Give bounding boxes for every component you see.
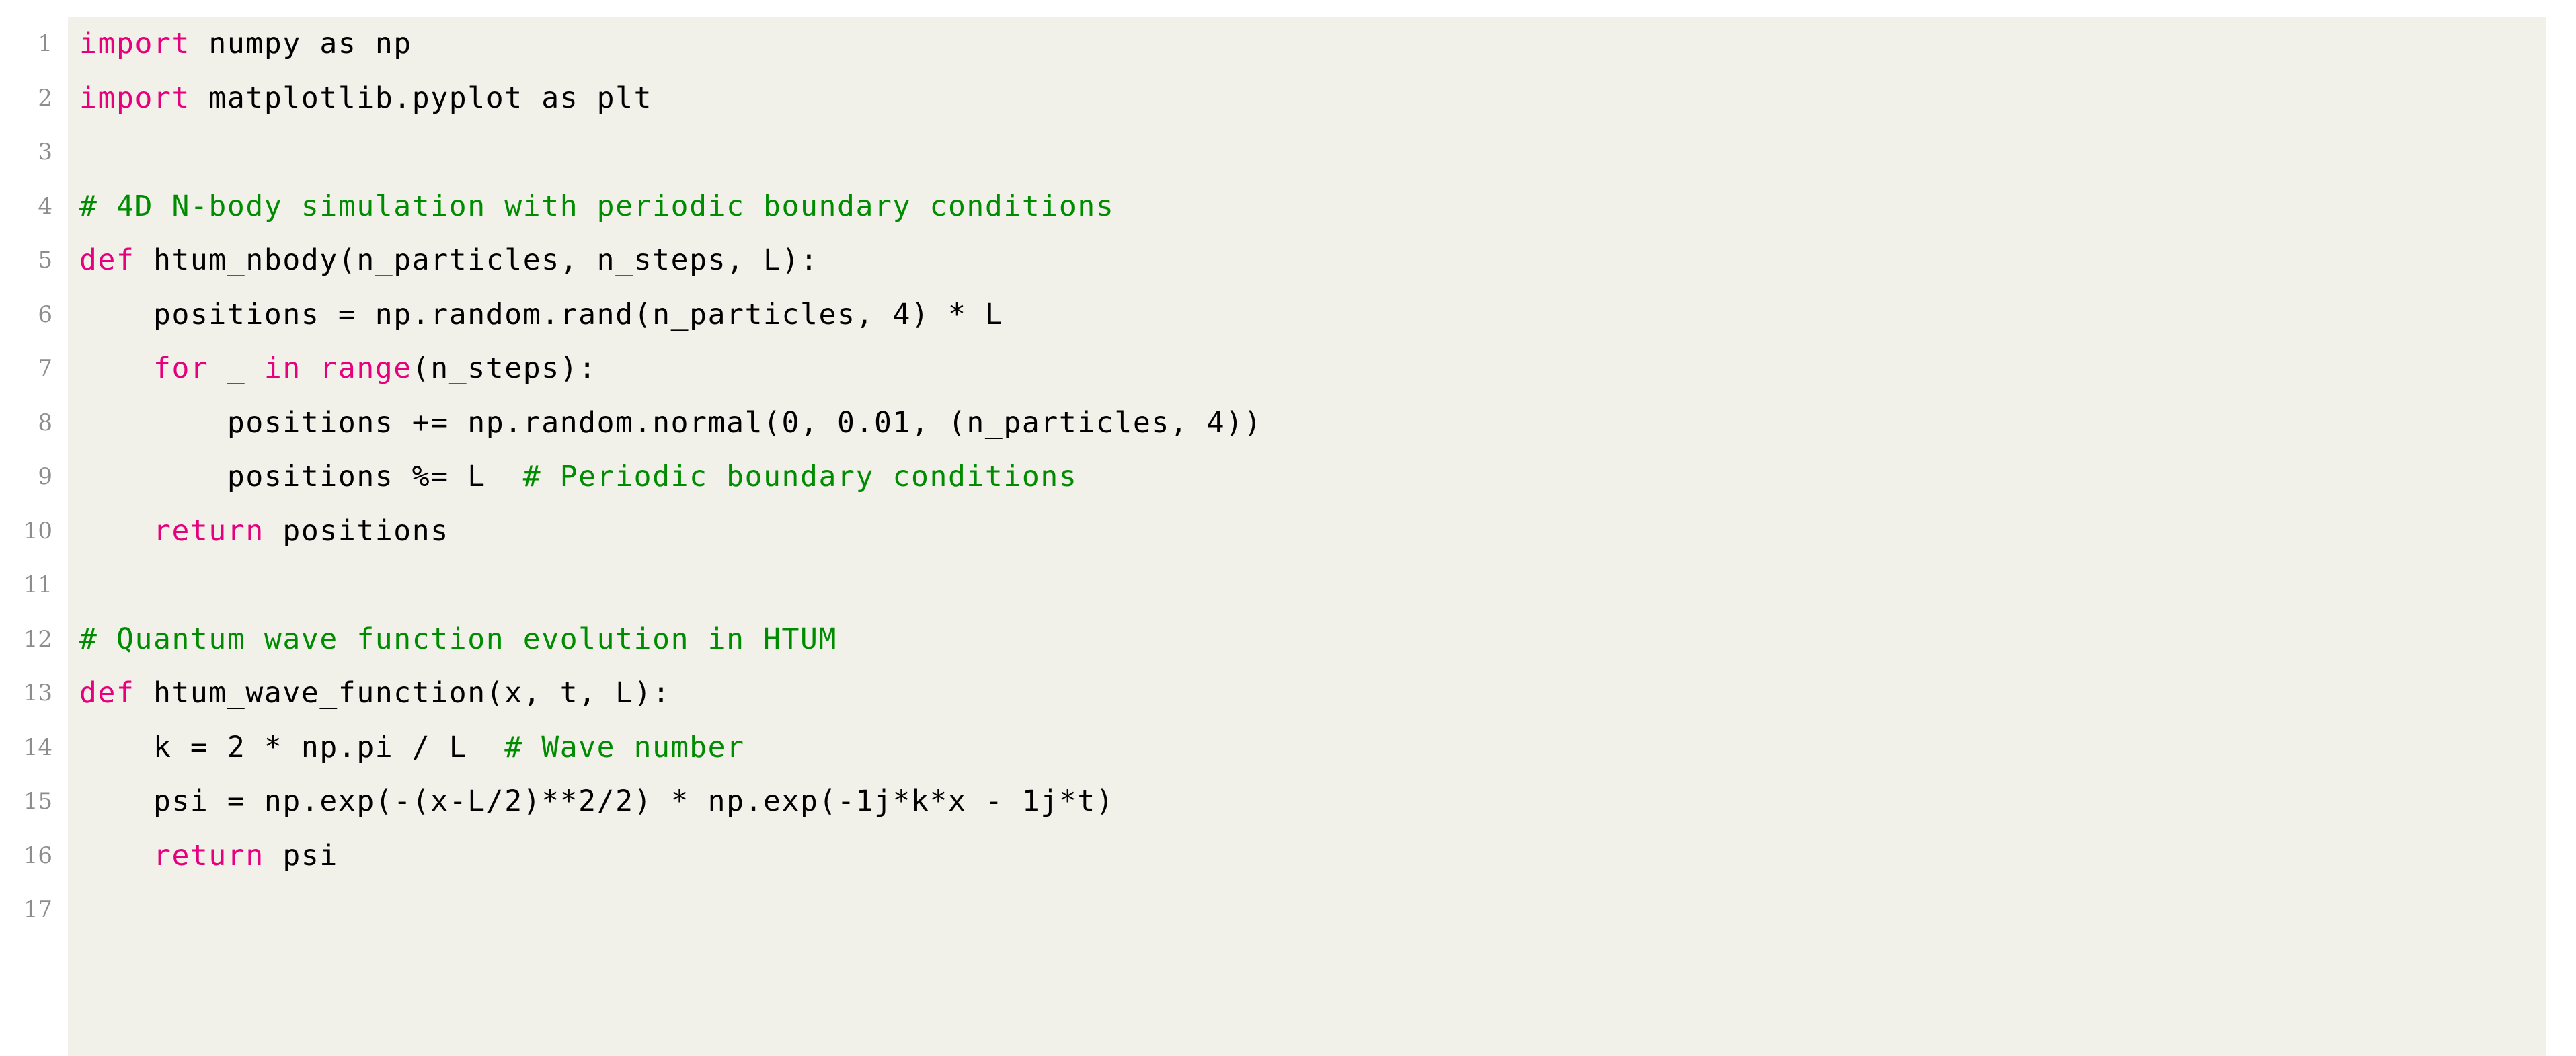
- code-token-plain: psi = np.exp(-(x-L/2)**2/2) * np.exp(-1j…: [79, 784, 1115, 818]
- line-number: 11: [23, 571, 52, 598]
- code-token-comment: # Periodic boundary conditions: [522, 460, 1078, 493]
- code-token-keyword: import: [79, 27, 190, 60]
- code-line: 3: [0, 125, 2576, 179]
- code-token-keyword: return: [153, 514, 264, 548]
- code-token-comment: # Quantum wave function evolution in HTU…: [79, 622, 838, 656]
- code-text: import numpy as np: [79, 17, 412, 71]
- code-text: return psi: [79, 829, 338, 883]
- code-line: 6 positions = np.random.rand(n_particles…: [0, 288, 2576, 342]
- code-text: positions %= L # Periodic boundary condi…: [79, 450, 1077, 504]
- line-number: 6: [38, 300, 52, 328]
- code-token-plain: (n_steps):: [412, 352, 597, 385]
- line-number: 16: [23, 842, 52, 869]
- code-line: 2 import matplotlib.pyplot as plt: [0, 71, 2576, 126]
- line-number: 12: [23, 625, 52, 653]
- code-token-comment: # 4D N-body simulation with periodic bou…: [79, 189, 1115, 223]
- code-token-keyword: def: [79, 676, 135, 710]
- line-number: 9: [38, 463, 52, 490]
- code-text: k = 2 * np.pi / L # Wave number: [79, 721, 745, 775]
- code-line: 4 # 4D N-body simulation with periodic bo…: [0, 179, 2576, 234]
- line-number: 15: [23, 788, 52, 815]
- code-line: 1 import numpy as np: [0, 17, 2576, 71]
- code-token-plain: positions: [264, 514, 449, 548]
- code-token-keyword: def: [79, 243, 135, 277]
- line-number: 13: [23, 680, 52, 706]
- code-text: psi = np.exp(-(x-L/2)**2/2) * np.exp(-1j…: [79, 774, 1114, 829]
- code-text: def htum_wave_function(x, t, L):: [79, 666, 671, 721]
- code-token-plain: numpy as np: [190, 27, 412, 60]
- code-line: 11: [0, 558, 2576, 612]
- code-text: positions = np.random.rand(n_particles, …: [79, 288, 1003, 342]
- code-line: 16 return psi: [0, 829, 2576, 883]
- code-line: 14 k = 2 * np.pi / L # Wave number: [0, 721, 2576, 775]
- code-token-plain: positions = np.random.rand(n_particles, …: [79, 297, 1004, 331]
- code-line: 9 positions %= L # Periodic boundary con…: [0, 450, 2576, 504]
- code-token-plain: matplotlib.pyplot as plt: [190, 81, 653, 115]
- code-text: def htum_nbody(n_particles, n_steps, L):: [79, 233, 819, 288]
- line-number: 1: [38, 30, 52, 57]
- line-number: 10: [23, 517, 52, 544]
- line-number: 17: [23, 896, 52, 923]
- code-token-plain: positions %= L: [79, 460, 523, 493]
- line-number: 8: [38, 409, 52, 436]
- code-token-plain: _: [208, 352, 264, 385]
- code-line: 17: [0, 883, 2576, 937]
- line-number: 4: [38, 192, 52, 220]
- code-token-keyword: import: [79, 81, 190, 115]
- code-token-plain: k = 2 * np.pi / L: [79, 730, 505, 764]
- code-line: 7 for _ in range(n_steps):: [0, 341, 2576, 396]
- code-line: 13 def htum_wave_function(x, t, L):: [0, 666, 2576, 721]
- code-token-plain: positions += np.random.normal(0, 0.01, (…: [79, 405, 1263, 440]
- code-token-plain: psi: [264, 838, 338, 872]
- code-token-plain: htum_nbody(n_particles, n_steps, L):: [134, 243, 819, 277]
- code-token-keyword: in range: [264, 352, 412, 385]
- code-line: 15 psi = np.exp(-(x-L/2)**2/2) * np.exp(…: [0, 774, 2576, 829]
- line-number: 2: [38, 84, 52, 112]
- code-text: return positions: [79, 504, 449, 559]
- code-listing: 1 import numpy as np 2 import matplotlib.py…: [0, 0, 2576, 1056]
- code-line: 8 positions += np.random.normal(0, 0.01,…: [0, 396, 2576, 450]
- code-token-keyword: return: [153, 838, 264, 872]
- code-text: import matplotlib.pyplot as plt: [79, 71, 652, 126]
- line-number: 5: [38, 247, 52, 274]
- code-text: # Quantum wave function evolution in HTU…: [79, 612, 837, 667]
- line-number: 7: [38, 355, 52, 382]
- code-token-comment: # Wave number: [504, 730, 745, 764]
- code-token-keyword: for: [153, 352, 209, 385]
- code-text: # 4D N-body simulation with periodic bou…: [79, 179, 1114, 234]
- code-line: 10 return positions: [0, 504, 2576, 559]
- code-text: for _ in range(n_steps):: [79, 341, 597, 396]
- code-line-container: 1 import numpy as np 2 import matplotlib.py…: [0, 17, 2576, 937]
- line-number: 3: [38, 138, 52, 165]
- code-text: positions += np.random.normal(0, 0.01, (…: [79, 396, 1262, 450]
- line-number: 14: [23, 733, 52, 761]
- code-line: 5 def htum_nbody(n_particles, n_steps, L)…: [0, 233, 2576, 288]
- code-line: 12 # Quantum wave function evolution in H…: [0, 612, 2576, 667]
- code-token-plain: htum_wave_function(x, t, L):: [134, 676, 671, 710]
